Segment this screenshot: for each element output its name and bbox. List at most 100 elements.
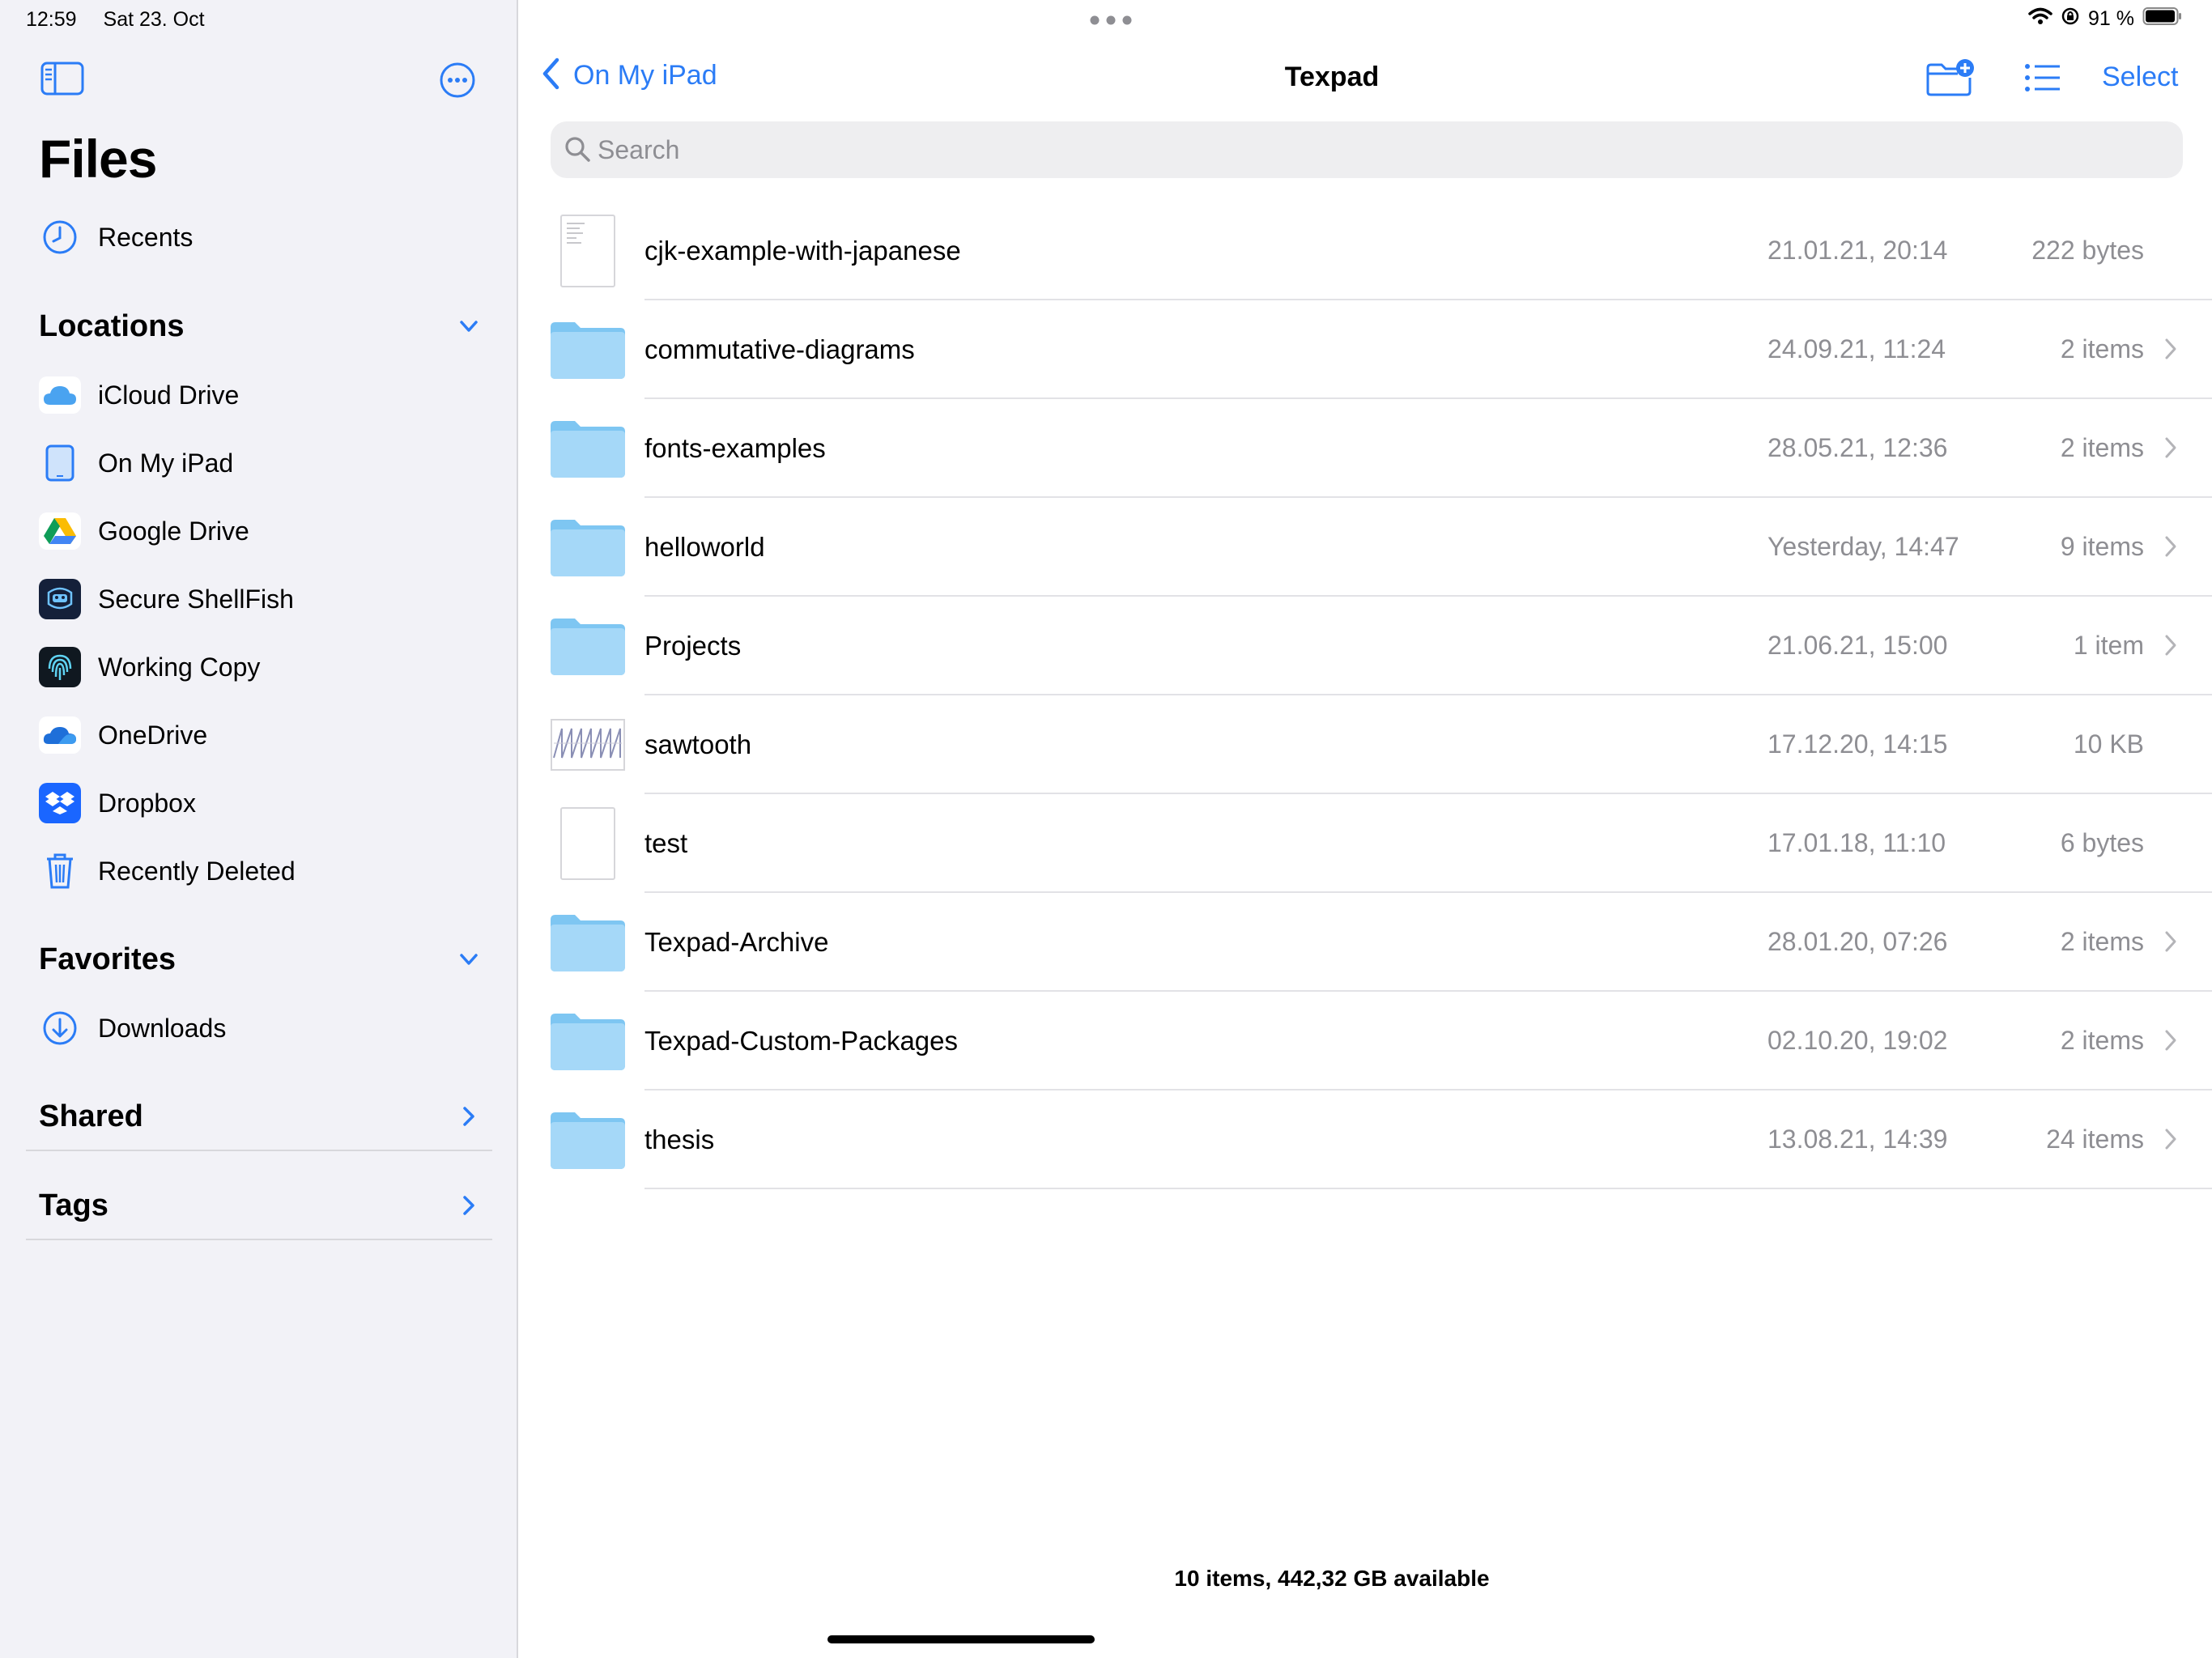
sidebar-item-google-drive[interactable]: Google Drive xyxy=(0,502,518,560)
file-date: 21.01.21, 20:14 xyxy=(1767,236,1948,265)
file-row-thesis[interactable]: thesis 13.08.21, 14:39 24 items xyxy=(520,1090,2212,1189)
section-header-locations[interactable]: Locations xyxy=(0,293,518,358)
file-name: Texpad-Custom-Packages xyxy=(644,1026,959,1056)
folder-icon xyxy=(551,610,625,682)
file-row-fonts-examples[interactable]: fonts-examples 28.05.21, 12:36 2 items xyxy=(520,399,2212,498)
section-header-favorites[interactable]: Favorites xyxy=(0,926,518,991)
file-date: 28.01.20, 07:26 xyxy=(1767,927,1948,956)
search-input[interactable] xyxy=(598,121,2136,178)
file-size: 222 bytes xyxy=(2031,236,2144,265)
sidebar-item-recents[interactable]: Recents xyxy=(0,208,518,266)
file-row-cjk-example-with-japanese[interactable]: cjk-example-with-japanese 21.01.21, 20:1… xyxy=(520,202,2212,300)
file-name: commutative-diagrams xyxy=(644,334,915,364)
file-row-helloworld[interactable]: helloworld Yesterday, 14:47 9 items xyxy=(520,498,2212,597)
file-row-sawtooth[interactable]: sawtooth 17.12.20, 14:15 10 KB xyxy=(520,695,2212,794)
section-title: Locations xyxy=(39,309,185,343)
working-copy-icon xyxy=(37,647,83,687)
file-date: 13.08.21, 14:39 xyxy=(1767,1124,1948,1154)
more-options-icon[interactable] xyxy=(439,62,476,103)
file-size: 6 bytes xyxy=(2060,828,2144,857)
folder-icon xyxy=(551,412,625,485)
sidebar-item-recently-deleted[interactable]: Recently Deleted xyxy=(0,842,518,900)
downloads-icon xyxy=(37,1010,83,1047)
chevron-right-icon xyxy=(2163,1128,2178,1154)
sidebar-item-onedrive[interactable]: OneDrive xyxy=(0,706,518,764)
file-size: 24 items xyxy=(2046,1124,2144,1154)
file-date: 21.06.21, 15:00 xyxy=(1767,631,1948,660)
section-header-shared[interactable]: Shared xyxy=(0,1083,518,1148)
status-date: Sat 23. Oct xyxy=(103,8,205,31)
chevron-down-icon xyxy=(457,314,481,342)
multitasking-dots-icon[interactable] xyxy=(1087,15,1135,26)
file-name: Projects xyxy=(644,631,742,661)
chevron-down-icon xyxy=(457,947,481,976)
icloud-icon xyxy=(37,376,83,414)
file-name: test xyxy=(644,828,688,858)
file-name: cjk-example-with-japanese xyxy=(644,236,961,266)
file-size: 2 items xyxy=(2060,334,2144,363)
folder-icon xyxy=(551,1103,625,1176)
sidebar-item-label: OneDrive xyxy=(98,720,208,750)
sidebar-item-on-my-ipad[interactable]: On My iPad xyxy=(0,434,518,492)
file-date: 02.10.20, 19:02 xyxy=(1767,1026,1948,1055)
file-size: 9 items xyxy=(2060,532,2144,561)
blank-document-icon xyxy=(551,807,625,880)
search-bar[interactable] xyxy=(551,121,2183,178)
file-row-texpad-archive[interactable]: Texpad-Archive 28.01.20, 07:26 2 items xyxy=(520,893,2212,992)
file-name: Texpad-Archive xyxy=(644,927,829,957)
file-row-texpad-custom-packages[interactable]: Texpad-Custom-Packages 02.10.20, 19:02 2… xyxy=(520,992,2212,1090)
section-title: Tags xyxy=(39,1188,108,1222)
sidebar-item-label: On My iPad xyxy=(98,448,234,478)
file-name: fonts-examples xyxy=(644,433,826,463)
clock-icon xyxy=(37,219,83,256)
section-header-tags[interactable]: Tags xyxy=(0,1172,518,1237)
sidebar-item-icloud-drive[interactable]: iCloud Drive xyxy=(0,366,518,424)
chevron-right-icon xyxy=(2163,436,2178,463)
new-folder-icon[interactable] xyxy=(1925,58,1976,101)
sidebar-title: Files xyxy=(39,129,157,189)
sidebar-item-label: Working Copy xyxy=(98,652,261,682)
status-bar-right: 91 % xyxy=(2028,6,2183,32)
chevron-right-icon xyxy=(457,1104,481,1133)
sidebar-item-label: Downloads xyxy=(98,1013,227,1043)
row-separator xyxy=(644,1188,2212,1189)
file-date: 17.01.18, 11:10 xyxy=(1767,828,1946,857)
chevron-right-icon xyxy=(2163,930,2178,957)
google-drive-icon xyxy=(37,512,83,550)
file-row-commutative-diagrams[interactable]: commutative-diagrams 24.09.21, 11:24 2 i… xyxy=(520,300,2212,399)
trash-icon xyxy=(37,852,83,890)
storage-summary-text: 10 items, 442,32 GB available xyxy=(1174,1566,1490,1591)
status-bar-left: 12:59 Sat 23. Oct xyxy=(26,8,226,32)
sidebar-item-secure-shellfish[interactable]: Secure ShellFish xyxy=(0,570,518,628)
page-title-text: Texpad xyxy=(1284,62,1380,92)
shellfish-icon xyxy=(37,579,83,619)
file-size: 2 items xyxy=(2060,433,2144,462)
file-date: Yesterday, 14:47 xyxy=(1767,532,1959,561)
chevron-right-icon xyxy=(457,1193,481,1222)
sidebar-divider xyxy=(26,1150,492,1151)
select-button[interactable]: Select xyxy=(2102,62,2179,93)
ipad-icon xyxy=(37,444,83,482)
file-row-projects[interactable]: Projects 21.06.21, 15:00 1 item xyxy=(520,597,2212,695)
file-size: 2 items xyxy=(2060,1026,2144,1055)
folder-icon xyxy=(551,511,625,584)
sidebar-item-label: Recents xyxy=(98,222,194,252)
sidebar-item-label: Secure ShellFish xyxy=(98,584,294,614)
chevron-right-icon xyxy=(2163,535,2178,562)
sidebar-item-dropbox[interactable]: Dropbox xyxy=(0,774,518,832)
dropbox-icon xyxy=(37,783,83,823)
sidebar-item-downloads[interactable]: Downloads xyxy=(0,999,518,1057)
main-content: 91 % On My iPad Texpad Select Search cjk… xyxy=(520,0,2212,1658)
file-date: 24.09.21, 11:24 xyxy=(1767,334,1946,363)
file-row-test[interactable]: test 17.01.18, 11:10 6 bytes xyxy=(520,794,2212,893)
home-indicator[interactable] xyxy=(827,1635,1095,1643)
list-view-icon[interactable] xyxy=(2024,63,2061,96)
file-size: 2 items xyxy=(2060,927,2144,956)
file-name: helloworld xyxy=(644,532,765,562)
sidebar-divider xyxy=(26,1239,492,1240)
sidebar-toggle-icon[interactable] xyxy=(40,62,84,100)
file-date: 17.12.20, 14:15 xyxy=(1767,729,1948,759)
sidebar-item-working-copy[interactable]: Working Copy xyxy=(0,638,518,696)
sidebar: 12:59 Sat 23. Oct Files Recents Location… xyxy=(0,0,518,1658)
sidebar-item-label: iCloud Drive xyxy=(98,380,240,410)
